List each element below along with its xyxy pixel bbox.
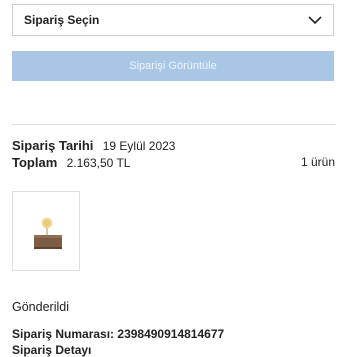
order-select-dropdown[interactable]: Sipariş Seçin [12,4,334,36]
order-status: Gönderildi [12,300,69,314]
product-thumbnail[interactable] [12,191,80,271]
section-divider [12,124,335,125]
product-image [34,217,62,249]
view-order-button[interactable]: Siparişi Görüntüle [12,51,334,81]
order-number-value: 2398490914814677 [117,327,225,341]
order-total-value: 2.163,50 TL [66,156,131,170]
order-detail-link[interactable]: Sipariş Detayı [12,343,91,357]
order-total-row: Toplam 2.163,50 TL [12,155,130,170]
item-count: 1 ürün [300,155,335,169]
order-date-value: 19 Eylül 2023 [102,139,176,153]
order-number-label: Sipariş Numarası: [12,327,115,341]
chevron-down-icon [308,13,322,27]
order-date-label: Sipariş Tarihi [12,138,94,153]
order-select-label: Sipariş Seçin [24,13,100,27]
order-number-row: Sipariş Numarası: 2398490914814677 [12,327,224,341]
order-date-row: Sipariş Tarihi 19 Eylül 2023 [12,138,175,153]
order-total-label: Toplam [12,155,58,170]
